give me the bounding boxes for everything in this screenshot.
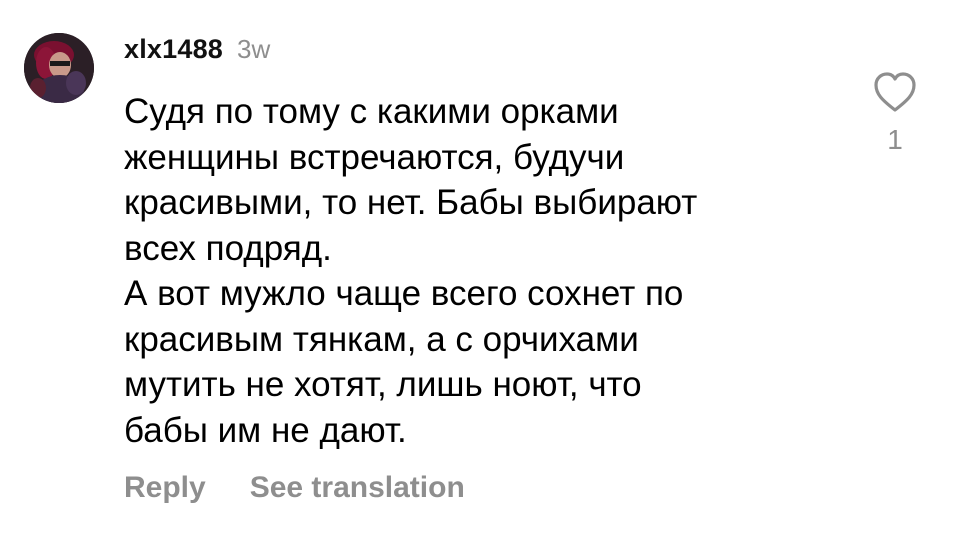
heart-outline-icon[interactable] (870, 68, 920, 118)
comment-header: xlx1488 3w (124, 34, 270, 74)
comment-text: Судя по тому с какими орками женщины вст… (124, 92, 698, 450)
username[interactable]: xlx1488 (124, 34, 223, 65)
reply-button[interactable]: Reply (124, 471, 206, 505)
see-translation-button[interactable]: See translation (250, 471, 465, 505)
timestamp: 3w (237, 34, 271, 64)
comment: xlx1488 3w Судя по тому с какими орками … (0, 0, 962, 542)
avatar[interactable] (24, 33, 94, 103)
comment-actions: Reply See translation (124, 471, 465, 505)
avatar-image (24, 33, 94, 103)
like-count: 1 (887, 124, 903, 155)
